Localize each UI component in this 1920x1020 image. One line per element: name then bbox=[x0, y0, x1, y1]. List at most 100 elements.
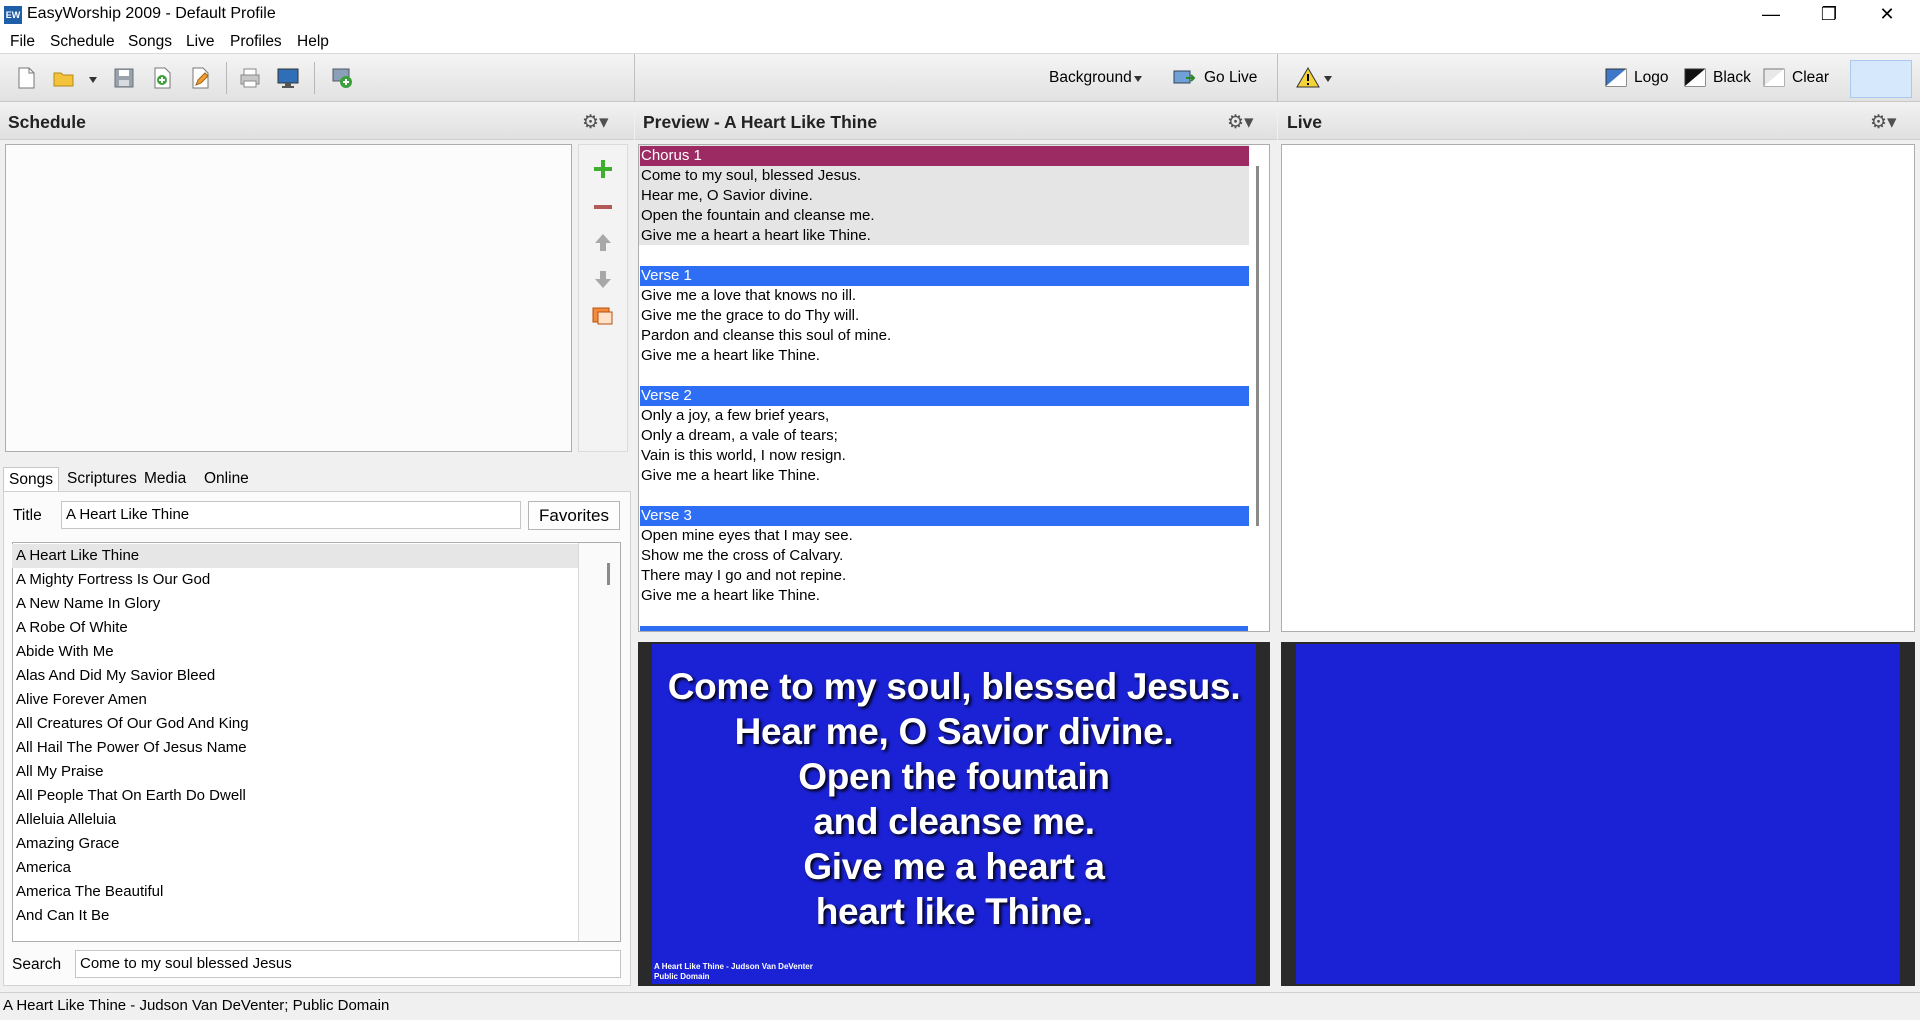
schedule-list[interactable] bbox=[5, 144, 572, 452]
close-button[interactable]: ✕ bbox=[1858, 0, 1916, 30]
background-button[interactable]: Background bbox=[1049, 69, 1132, 87]
menu-help[interactable]: Help bbox=[297, 33, 329, 51]
gear-icon[interactable]: ⚙▾ bbox=[582, 111, 609, 134]
menu-profiles[interactable]: Profiles bbox=[230, 33, 282, 51]
media-icon[interactable] bbox=[591, 303, 615, 327]
clear-icon[interactable] bbox=[1763, 67, 1785, 89]
list-item[interactable]: A New Name In Glory bbox=[16, 592, 576, 616]
live-thumbnail[interactable] bbox=[1850, 60, 1912, 98]
list-item[interactable]: All Creatures Of Our God And King bbox=[16, 712, 576, 736]
section-header-next[interactable] bbox=[640, 626, 1248, 631]
gear-icon[interactable]: ⚙▾ bbox=[1870, 111, 1897, 134]
list-item[interactable]: All Hail The Power Of Jesus Name bbox=[16, 736, 576, 760]
warning-icon[interactable] bbox=[1296, 66, 1320, 90]
menu-schedule[interactable]: Schedule bbox=[50, 33, 115, 51]
minus-icon[interactable] bbox=[591, 195, 615, 219]
section-header-verse-3[interactable]: Verse 3 bbox=[640, 506, 1249, 526]
favorites-button[interactable]: Favorites bbox=[528, 501, 620, 530]
list-item[interactable]: America bbox=[16, 856, 576, 880]
tab-media[interactable]: Media bbox=[139, 467, 191, 491]
status-bar: A Heart Like Thine - Judson Van DeVenter… bbox=[0, 992, 1920, 1020]
open-dropdown-icon[interactable] bbox=[88, 76, 98, 84]
title-label: Title bbox=[13, 507, 42, 524]
lyric-line: Give me a heart like Thine. bbox=[641, 587, 820, 604]
list-item[interactable]: All My Praise bbox=[16, 760, 576, 784]
list-item[interactable]: All People That On Earth Do Dwell bbox=[16, 784, 576, 808]
edit-icon[interactable] bbox=[188, 66, 212, 90]
new-file-icon[interactable] bbox=[14, 66, 38, 90]
schedule-title: Schedule bbox=[8, 112, 86, 132]
lyric-line: Open the fountain and cleanse me. bbox=[641, 207, 875, 224]
lyric-line: Give me a love that knows no ill. bbox=[641, 287, 857, 304]
arrow-down-icon[interactable] bbox=[591, 267, 615, 291]
scrollbar-thumb[interactable] bbox=[607, 563, 610, 585]
song-list-scrollbar[interactable] bbox=[579, 543, 620, 941]
monitor-icon[interactable] bbox=[276, 66, 300, 90]
minimize-button[interactable]: — bbox=[1742, 0, 1800, 30]
live-list[interactable] bbox=[1281, 144, 1915, 632]
list-item[interactable]: Alleluia Alleluia bbox=[16, 808, 576, 832]
lyric-line: Pardon and cleanse this soul of mine. bbox=[641, 327, 892, 344]
list-item[interactable]: Amazing Grace bbox=[16, 832, 576, 856]
title-bar: EW EasyWorship 2009 - Default Profile — … bbox=[0, 0, 1920, 30]
list-item[interactable]: Abide With Me bbox=[16, 640, 576, 664]
slide-line: Come to my soul, blessed Jesus. bbox=[667, 666, 1241, 707]
list-item[interactable]: America The Beautiful bbox=[16, 880, 576, 904]
toolbar-divider bbox=[634, 54, 635, 102]
live-title: Live bbox=[1287, 112, 1323, 132]
black-button[interactable]: Black bbox=[1713, 69, 1751, 87]
list-item[interactable]: A Mighty Fortress Is Our God bbox=[16, 568, 576, 592]
menu-songs[interactable]: Songs bbox=[128, 33, 172, 51]
warning-dropdown-icon[interactable] bbox=[1324, 76, 1332, 82]
lyric-line: Only a joy, a few brief years, bbox=[641, 407, 830, 424]
list-item[interactable]: Alas And Did My Savior Bleed bbox=[16, 664, 576, 688]
tab-scriptures[interactable]: Scriptures bbox=[62, 467, 142, 491]
menu-bar: File Schedule Songs Live Profiles Help bbox=[0, 30, 1920, 54]
plus-icon[interactable] bbox=[591, 157, 615, 181]
add-item-icon[interactable] bbox=[150, 66, 174, 90]
section-header-verse-2[interactable]: Verse 2 bbox=[640, 386, 1249, 406]
lyric-line: Hear me, O Savior divine. bbox=[641, 187, 813, 204]
lyrics-scrollbar-thumb[interactable] bbox=[1256, 166, 1259, 526]
search-label: Search bbox=[12, 956, 62, 973]
tab-online[interactable]: Online bbox=[199, 467, 254, 491]
logo-button[interactable]: Logo bbox=[1634, 69, 1668, 87]
search-input[interactable]: Come to my soul blessed Jesus bbox=[75, 950, 621, 978]
go-live-button[interactable]: Go Live bbox=[1204, 69, 1257, 87]
live-header: Live ⚙▾ bbox=[1278, 102, 1920, 140]
menu-live[interactable]: Live bbox=[186, 33, 214, 51]
restore-button[interactable]: ❐ bbox=[1800, 0, 1858, 30]
slide-line: Open the fountain bbox=[798, 756, 1110, 797]
gear-icon[interactable]: ⚙▾ bbox=[1227, 111, 1254, 134]
list-item[interactable]: Alive Forever Amen bbox=[16, 688, 576, 712]
slide-line: Give me a heart a bbox=[803, 846, 1105, 887]
slide-line: heart like Thine. bbox=[815, 891, 1093, 932]
app-icon: EW bbox=[4, 6, 22, 24]
lyric-line: Give me a heart like Thine. bbox=[641, 347, 820, 364]
print-icon[interactable] bbox=[238, 66, 262, 90]
list-item[interactable]: A Robe Of White bbox=[16, 616, 576, 640]
list-item[interactable]: And Can It Be bbox=[16, 904, 576, 928]
title-field[interactable]: A Heart Like Thine bbox=[61, 501, 521, 529]
add-to-live-icon[interactable] bbox=[330, 66, 354, 90]
menu-file[interactable]: File bbox=[10, 33, 35, 51]
save-icon[interactable] bbox=[112, 66, 136, 90]
background-dropdown-icon[interactable] bbox=[1134, 76, 1142, 82]
arrow-up-icon[interactable] bbox=[591, 231, 615, 255]
list-item[interactable]: A Heart Like Thine bbox=[12, 544, 582, 568]
black-icon[interactable] bbox=[1684, 67, 1706, 89]
section-header-verse-1[interactable]: Verse 1 bbox=[640, 266, 1249, 286]
clear-button[interactable]: Clear bbox=[1792, 69, 1829, 87]
preview-slide[interactable]: Come to my soul, blessed Jesus. Hear me,… bbox=[652, 644, 1256, 984]
logo-icon[interactable] bbox=[1605, 67, 1627, 89]
live-slide[interactable] bbox=[1296, 644, 1900, 984]
section-header-chorus-1[interactable]: Chorus 1 bbox=[640, 146, 1249, 166]
slide-footer-copyright: Public Domain bbox=[654, 972, 710, 981]
schedule-side-toolbar bbox=[578, 144, 628, 452]
lyric-line: Open mine eyes that I may see. bbox=[641, 527, 853, 544]
status-text: A Heart Like Thine - Judson Van DeVenter… bbox=[3, 997, 390, 1014]
go-live-icon[interactable] bbox=[1172, 66, 1196, 90]
slide-footer-title: A Heart Like Thine - Judson Van DeVenter bbox=[654, 962, 813, 971]
open-folder-icon[interactable] bbox=[52, 66, 76, 90]
tab-songs[interactable]: Songs bbox=[3, 467, 59, 492]
